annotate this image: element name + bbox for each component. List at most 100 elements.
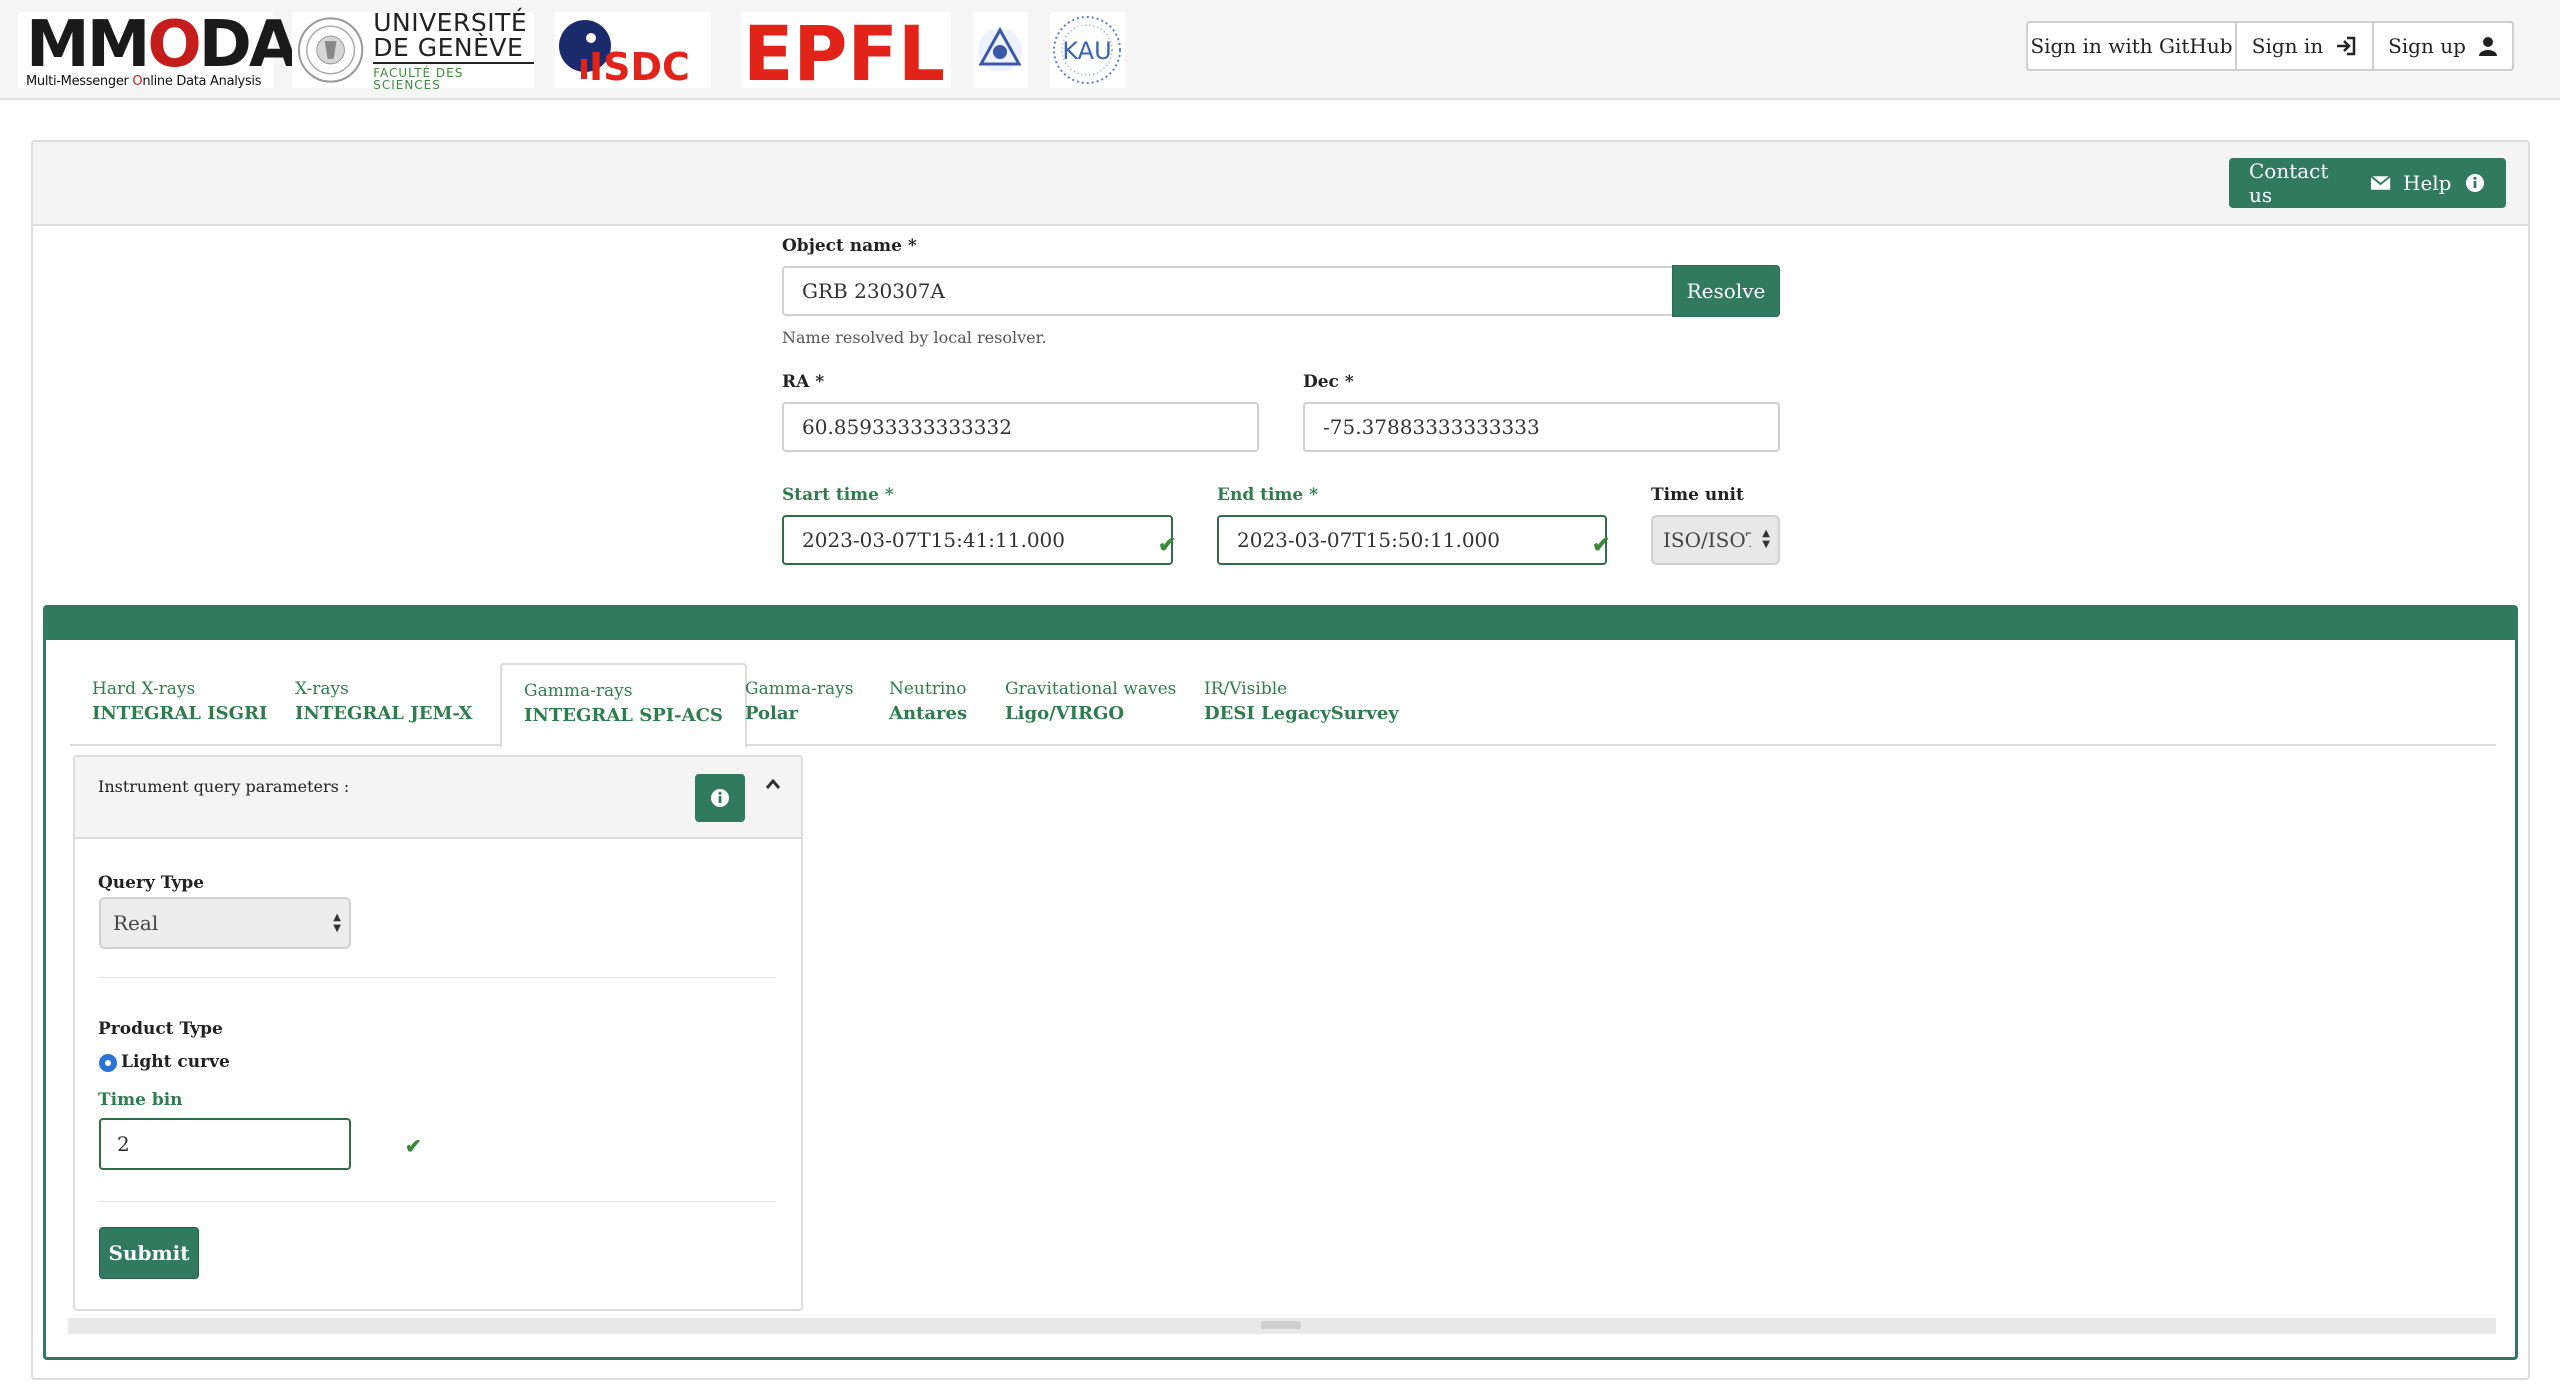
tab-category: Gamma-rays: [524, 681, 633, 701]
contact-us-button[interactable]: Contact us: [2229, 159, 2391, 207]
tab-category: Gravitational waves: [1005, 679, 1177, 699]
time-unit-label: Time unit: [1651, 485, 1744, 505]
unige-logo[interactable]: UNIVERSITÉ DE GENÈVE FACULTÉ DES SCIENCE…: [292, 10, 534, 91]
query-type-label: Query Type: [98, 873, 205, 893]
isdc-logo[interactable]: ISDC: [555, 12, 711, 89]
contact-us-label: Contact us: [2249, 159, 2329, 207]
ra-label: RA *: [782, 372, 825, 392]
tab-instrument: INTEGRAL SPI-ACS: [524, 705, 723, 726]
dec-input[interactable]: -75.37883333333333: [1303, 402, 1780, 452]
panel-header: Contact us Help: [33, 142, 2528, 226]
tab-integral-spi-acs[interactable]: Gamma-rays INTEGRAL SPI-ACS: [500, 663, 747, 748]
instrument-panel: Hard X-rays INTEGRAL ISGRI X-rays INTEGR…: [43, 605, 2518, 1360]
tab-integral-jem-x[interactable]: X-rays INTEGRAL JEM-X: [273, 663, 495, 746]
divider: [98, 977, 776, 978]
ra-input[interactable]: 60.85933333333332: [782, 402, 1259, 452]
mmoda-logo-title: MMODA: [26, 8, 298, 82]
light-curve-label: Light curve: [121, 1052, 230, 1072]
object-name-label: Object name *: [782, 236, 917, 256]
kau-logo[interactable]: KAU: [1050, 12, 1125, 88]
tab-instrument: DESI LegacySurvey: [1204, 703, 1399, 724]
ra-value: 60.85933333333332: [802, 415, 1012, 439]
tab-category: Neutrino: [889, 679, 967, 699]
time-unit-select[interactable]: ISO/ISOT ▲ ▼: [1651, 515, 1780, 565]
time-unit-value: ISO/ISOT: [1663, 528, 1751, 552]
contact-help-button-group: Contact us Help: [2229, 158, 2506, 208]
product-type-label: Product Type: [98, 1019, 223, 1039]
tab-category: X-rays: [295, 679, 349, 699]
tab-antares[interactable]: Neutrino Antares: [867, 663, 989, 746]
start-time-input[interactable]: 2023-03-07T15:41:11.000: [782, 515, 1173, 565]
sign-up-button[interactable]: Sign up: [2374, 21, 2514, 71]
light-curve-radio[interactable]: [99, 1054, 117, 1072]
tab-ligo-virgo[interactable]: Gravitational waves Ligo/VIRGO: [983, 663, 1198, 746]
kau-logo-graphic: KAU: [1053, 16, 1121, 84]
query-panel-title: Instrument query parameters :: [98, 777, 350, 796]
user-icon: [2478, 37, 2497, 56]
sign-in-icon: [2337, 36, 2356, 56]
tab-instrument: Ligo/VIRGO: [1005, 703, 1125, 724]
time-bin-valid-check-icon: ✔: [405, 1134, 422, 1158]
time-bin-input[interactable]: 2: [99, 1118, 351, 1170]
sign-in-button[interactable]: Sign in: [2237, 21, 2374, 71]
object-name-input[interactable]: GRB 230307A: [782, 266, 1704, 316]
sign-in-github-label: Sign in with GitHub: [2030, 34, 2233, 58]
tab-polar[interactable]: Gamma-rays Polar: [723, 663, 875, 746]
select-arrows-icon: ▲ ▼: [333, 912, 341, 934]
resolve-note: Name resolved by local resolver.: [782, 328, 1047, 347]
divider: [98, 1201, 776, 1202]
help-label: Help: [2403, 171, 2452, 195]
epfl-logo-graphic: EPFL: [743, 9, 945, 98]
tab-instrument: INTEGRAL JEM-X: [295, 703, 473, 724]
end-time-value: 2023-03-07T15:50:11.000: [1237, 528, 1501, 552]
info-circle-icon: [2466, 174, 2485, 192]
dec-label: Dec *: [1303, 372, 1354, 392]
envelope-icon: [2370, 175, 2391, 190]
mmoda-logo[interactable]: MMODA Multi-Messenger Online Data Analys…: [18, 8, 298, 89]
kau-logo-text: KAU: [1062, 37, 1111, 65]
unige-text: UNIVERSITÉ DE GENÈVE FACULTÉ DES SCIENCE…: [373, 10, 534, 91]
instrument-tabs: Hard X-rays INTEGRAL ISGRI X-rays INTEGR…: [70, 663, 2496, 748]
end-time-input[interactable]: 2023-03-07T15:50:11.000: [1217, 515, 1607, 565]
object-name-value: GRB 230307A: [802, 279, 945, 303]
help-button[interactable]: Help: [2391, 171, 2485, 195]
isdc-logo-graphic: ISDC: [559, 20, 690, 89]
epfl-logo-text: EPFL: [743, 12, 945, 88]
start-time-valid-check-icon: ✔: [1158, 532, 1177, 558]
tab-category: IR/Visible: [1204, 679, 1288, 699]
end-time-valid-check-icon: ✔: [1592, 532, 1611, 558]
tab-instrument: Polar: [745, 703, 799, 724]
tab-integral-isgri[interactable]: Hard X-rays INTEGRAL ISGRI: [70, 663, 289, 746]
resolve-button[interactable]: Resolve: [1672, 265, 1780, 317]
sign-up-label: Sign up: [2388, 34, 2466, 58]
submit-button[interactable]: Submit: [99, 1227, 199, 1279]
scrollbar-handle[interactable]: [1261, 1321, 1301, 1329]
time-bin-label: Time bin: [98, 1090, 183, 1110]
query-panel-header: Instrument query parameters :: [75, 757, 801, 839]
sign-in-github-button[interactable]: Sign in with GitHub: [2026, 21, 2237, 71]
unige-line3: FACULTÉ DES SCIENCES: [373, 65, 464, 92]
instrument-query-panel: Instrument query parameters : Query Type…: [73, 755, 803, 1311]
info-circle-icon: [711, 789, 729, 807]
resolve-label: Resolve: [1686, 279, 1766, 303]
end-time-label: End time *: [1217, 485, 1319, 505]
epfl-logo[interactable]: EPFL: [741, 9, 951, 98]
select-arrows-icon: ▲ ▼: [1762, 528, 1770, 550]
triangle-emblem-icon: [978, 26, 1022, 72]
tab-desi-legacysurvey[interactable]: IR/Visible DESI LegacySurvey: [1182, 663, 1421, 746]
start-time-value: 2023-03-07T15:41:11.000: [802, 528, 1066, 552]
unige-line2: DE GENÈVE: [373, 35, 534, 64]
unige-seal-icon: [297, 17, 364, 83]
mmoda-logo-subtitle: Multi-Messenger Online Data Analysis: [26, 74, 262, 89]
institute-emblem-logo[interactable]: [973, 12, 1028, 88]
horizontal-scrollbar[interactable]: [68, 1318, 2496, 1334]
query-type-select[interactable]: Real ▲ ▼: [99, 897, 351, 949]
dec-value: -75.37883333333333: [1323, 415, 1540, 439]
start-time-label: Start time *: [782, 485, 894, 505]
sign-in-label: Sign in: [2251, 34, 2324, 58]
collapse-chevron-up-icon[interactable]: [765, 771, 781, 796]
unige-line1: UNIVERSITÉ: [373, 7, 528, 37]
tab-category: Hard X-rays: [92, 679, 196, 699]
isdc-logo-text: ISDC: [589, 45, 690, 88]
query-info-button[interactable]: [695, 774, 745, 822]
